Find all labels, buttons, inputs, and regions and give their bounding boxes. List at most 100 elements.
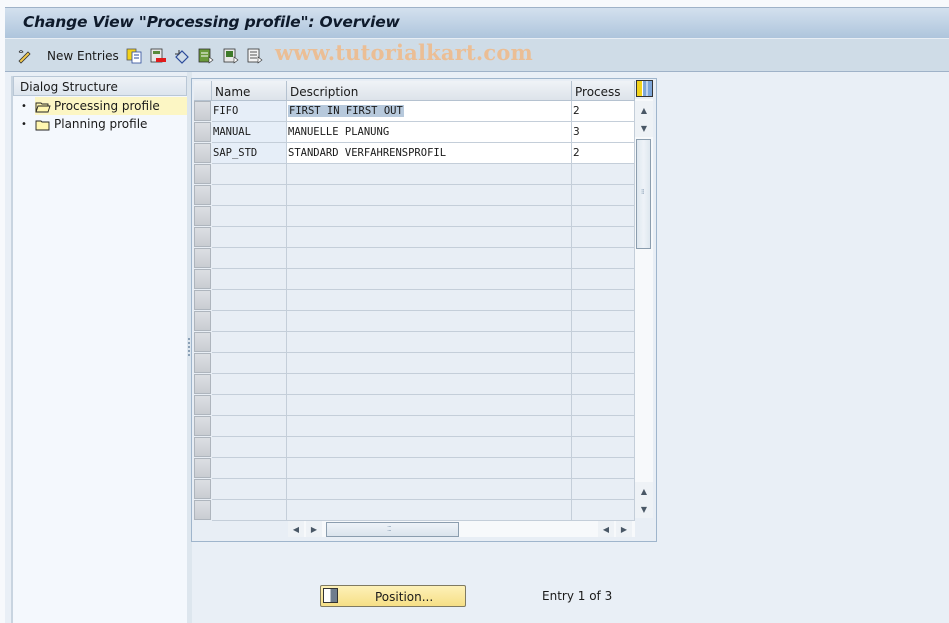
empty-cell[interactable] [287, 374, 572, 395]
empty-cell[interactable] [287, 248, 572, 269]
row-selector[interactable] [194, 269, 211, 289]
scroll-down-button[interactable]: ▼ [635, 119, 653, 137]
empty-cell[interactable] [287, 206, 572, 227]
cell-description[interactable]: MANUELLE PLANUNG [287, 122, 572, 143]
row-selector[interactable] [194, 227, 211, 247]
empty-cell[interactable] [212, 290, 287, 311]
empty-cell[interactable] [287, 458, 572, 479]
empty-cell[interactable] [212, 248, 287, 269]
row-selector[interactable] [194, 332, 211, 352]
empty-cell[interactable] [287, 290, 572, 311]
column-header-process[interactable]: Process [572, 81, 635, 101]
select-block-button[interactable] [223, 47, 239, 65]
cell-name[interactable]: SAP_STD [212, 143, 287, 164]
tree-item-processing-profile[interactable]: • Processing profile [13, 97, 187, 115]
empty-cell[interactable] [572, 458, 635, 479]
empty-cell[interactable] [212, 353, 287, 374]
empty-cell[interactable] [572, 311, 635, 332]
empty-cell[interactable] [572, 437, 635, 458]
empty-cell[interactable] [572, 353, 635, 374]
cell-process[interactable]: 2 [572, 143, 635, 164]
empty-cell[interactable] [287, 416, 572, 437]
scroll-page-down-button[interactable]: ▼ [635, 500, 653, 518]
column-header-name[interactable]: Name [212, 81, 287, 101]
scroll-page-up-button[interactable]: ▲ [635, 482, 653, 500]
tree-item-planning-profile[interactable]: • Planning profile [13, 115, 187, 133]
empty-cell[interactable] [212, 185, 287, 206]
row-selector[interactable] [194, 479, 211, 499]
row-selector[interactable] [194, 101, 211, 121]
row-selector[interactable] [194, 185, 211, 205]
empty-cell[interactable] [287, 500, 572, 521]
delete-button[interactable] [150, 47, 166, 65]
empty-cell[interactable] [572, 479, 635, 500]
horizontal-scrollbar[interactable]: ◀ ▶ ⁚⁚⁚ ◀ ▶ [288, 521, 635, 537]
empty-cell[interactable] [287, 479, 572, 500]
empty-cell[interactable] [212, 395, 287, 416]
empty-cell[interactable] [572, 227, 635, 248]
empty-cell[interactable] [572, 416, 635, 437]
empty-cell[interactable] [287, 395, 572, 416]
row-selector[interactable] [194, 122, 211, 142]
row-selector[interactable] [194, 416, 211, 436]
row-selector[interactable] [194, 206, 211, 226]
empty-cell[interactable] [212, 311, 287, 332]
empty-cell[interactable] [212, 458, 287, 479]
empty-cell[interactable] [287, 185, 572, 206]
scroll-up-button[interactable]: ▲ [635, 101, 653, 119]
empty-cell[interactable] [212, 374, 287, 395]
deselect-all-button[interactable] [247, 47, 263, 65]
empty-cell[interactable] [212, 227, 287, 248]
undo-change-button[interactable] [174, 47, 190, 65]
empty-cell[interactable] [287, 332, 572, 353]
select-all-rows-header[interactable] [194, 81, 212, 101]
empty-cell[interactable] [212, 332, 287, 353]
row-selector[interactable] [194, 353, 211, 373]
row-selector[interactable] [194, 458, 211, 478]
empty-cell[interactable] [212, 269, 287, 290]
row-selector[interactable] [194, 374, 211, 394]
empty-cell[interactable] [572, 269, 635, 290]
cell-process[interactable]: 3 [572, 122, 635, 143]
empty-cell[interactable] [572, 185, 635, 206]
row-selector[interactable] [194, 437, 211, 457]
empty-cell[interactable] [572, 248, 635, 269]
row-selector[interactable] [194, 143, 211, 163]
table-settings-icon[interactable] [636, 80, 653, 97]
empty-cell[interactable] [287, 437, 572, 458]
new-entries-button[interactable]: New Entries [47, 47, 119, 65]
vertical-scrollbar[interactable]: ▲ ▼ ⁞⁞ ▲ ▼ [635, 99, 653, 518]
empty-cell[interactable] [572, 374, 635, 395]
copy-as-button[interactable] [126, 47, 142, 65]
empty-cell[interactable] [572, 332, 635, 353]
display-change-button[interactable] [17, 47, 33, 65]
splitter-grip[interactable] [188, 338, 190, 358]
row-selector[interactable] [194, 395, 211, 415]
empty-cell[interactable] [212, 164, 287, 185]
cell-description[interactable]: FIRST IN FIRST OUT [287, 101, 572, 122]
row-selector[interactable] [194, 500, 211, 520]
row-selector[interactable] [194, 164, 211, 184]
empty-cell[interactable] [572, 164, 635, 185]
position-button[interactable]: Position... [320, 585, 466, 607]
scroll-far-left-button[interactable]: ◀ [598, 521, 614, 537]
cell-name[interactable]: FIFO [212, 101, 287, 122]
empty-cell[interactable] [572, 500, 635, 521]
empty-cell[interactable] [572, 395, 635, 416]
row-selector[interactable] [194, 248, 211, 268]
horizontal-scroll-thumb[interactable]: ⁚⁚⁚ [326, 522, 459, 537]
empty-cell[interactable] [212, 479, 287, 500]
empty-cell[interactable] [287, 353, 572, 374]
row-selector[interactable] [194, 311, 211, 331]
scroll-right-button[interactable]: ▶ [306, 521, 322, 537]
empty-cell[interactable] [287, 311, 572, 332]
cell-process[interactable]: 2 [572, 101, 635, 122]
scroll-far-right-button[interactable]: ▶ [616, 521, 632, 537]
empty-cell[interactable] [572, 290, 635, 311]
empty-cell[interactable] [287, 227, 572, 248]
row-selector[interactable] [194, 290, 211, 310]
select-all-button[interactable] [198, 47, 214, 65]
vertical-scroll-thumb[interactable]: ⁞⁞ [636, 139, 651, 249]
empty-cell[interactable] [287, 164, 572, 185]
empty-cell[interactable] [212, 437, 287, 458]
